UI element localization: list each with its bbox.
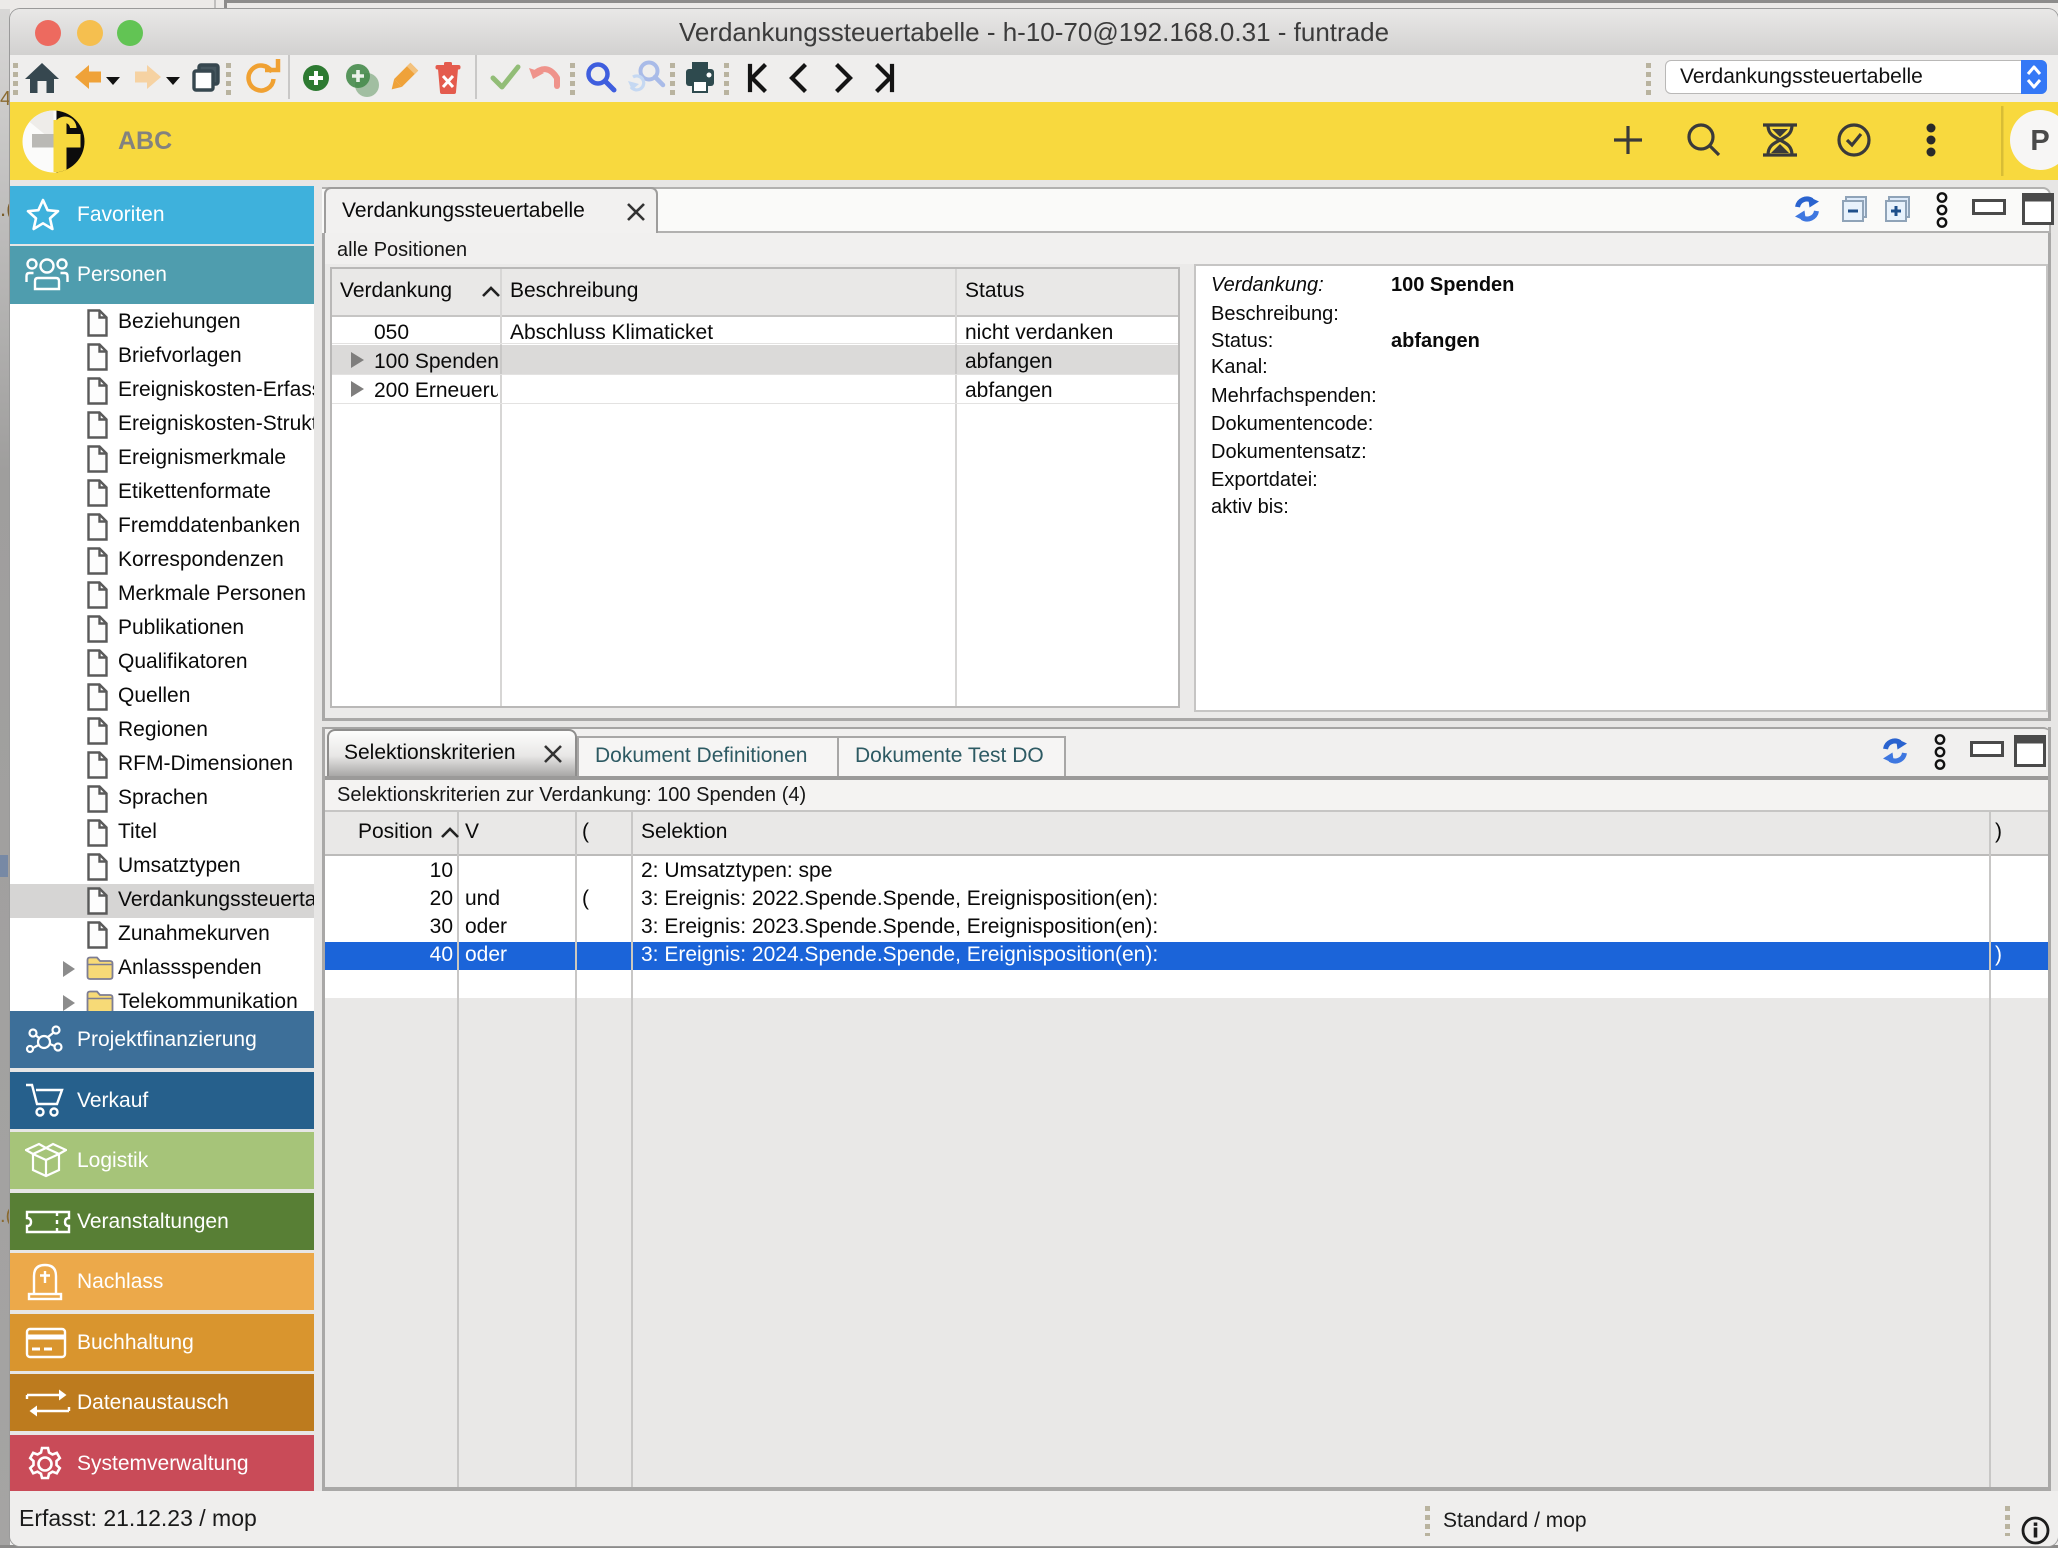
svg-text:ABC: ABC [118,127,172,155]
svg-text:P: P [2030,125,2049,157]
